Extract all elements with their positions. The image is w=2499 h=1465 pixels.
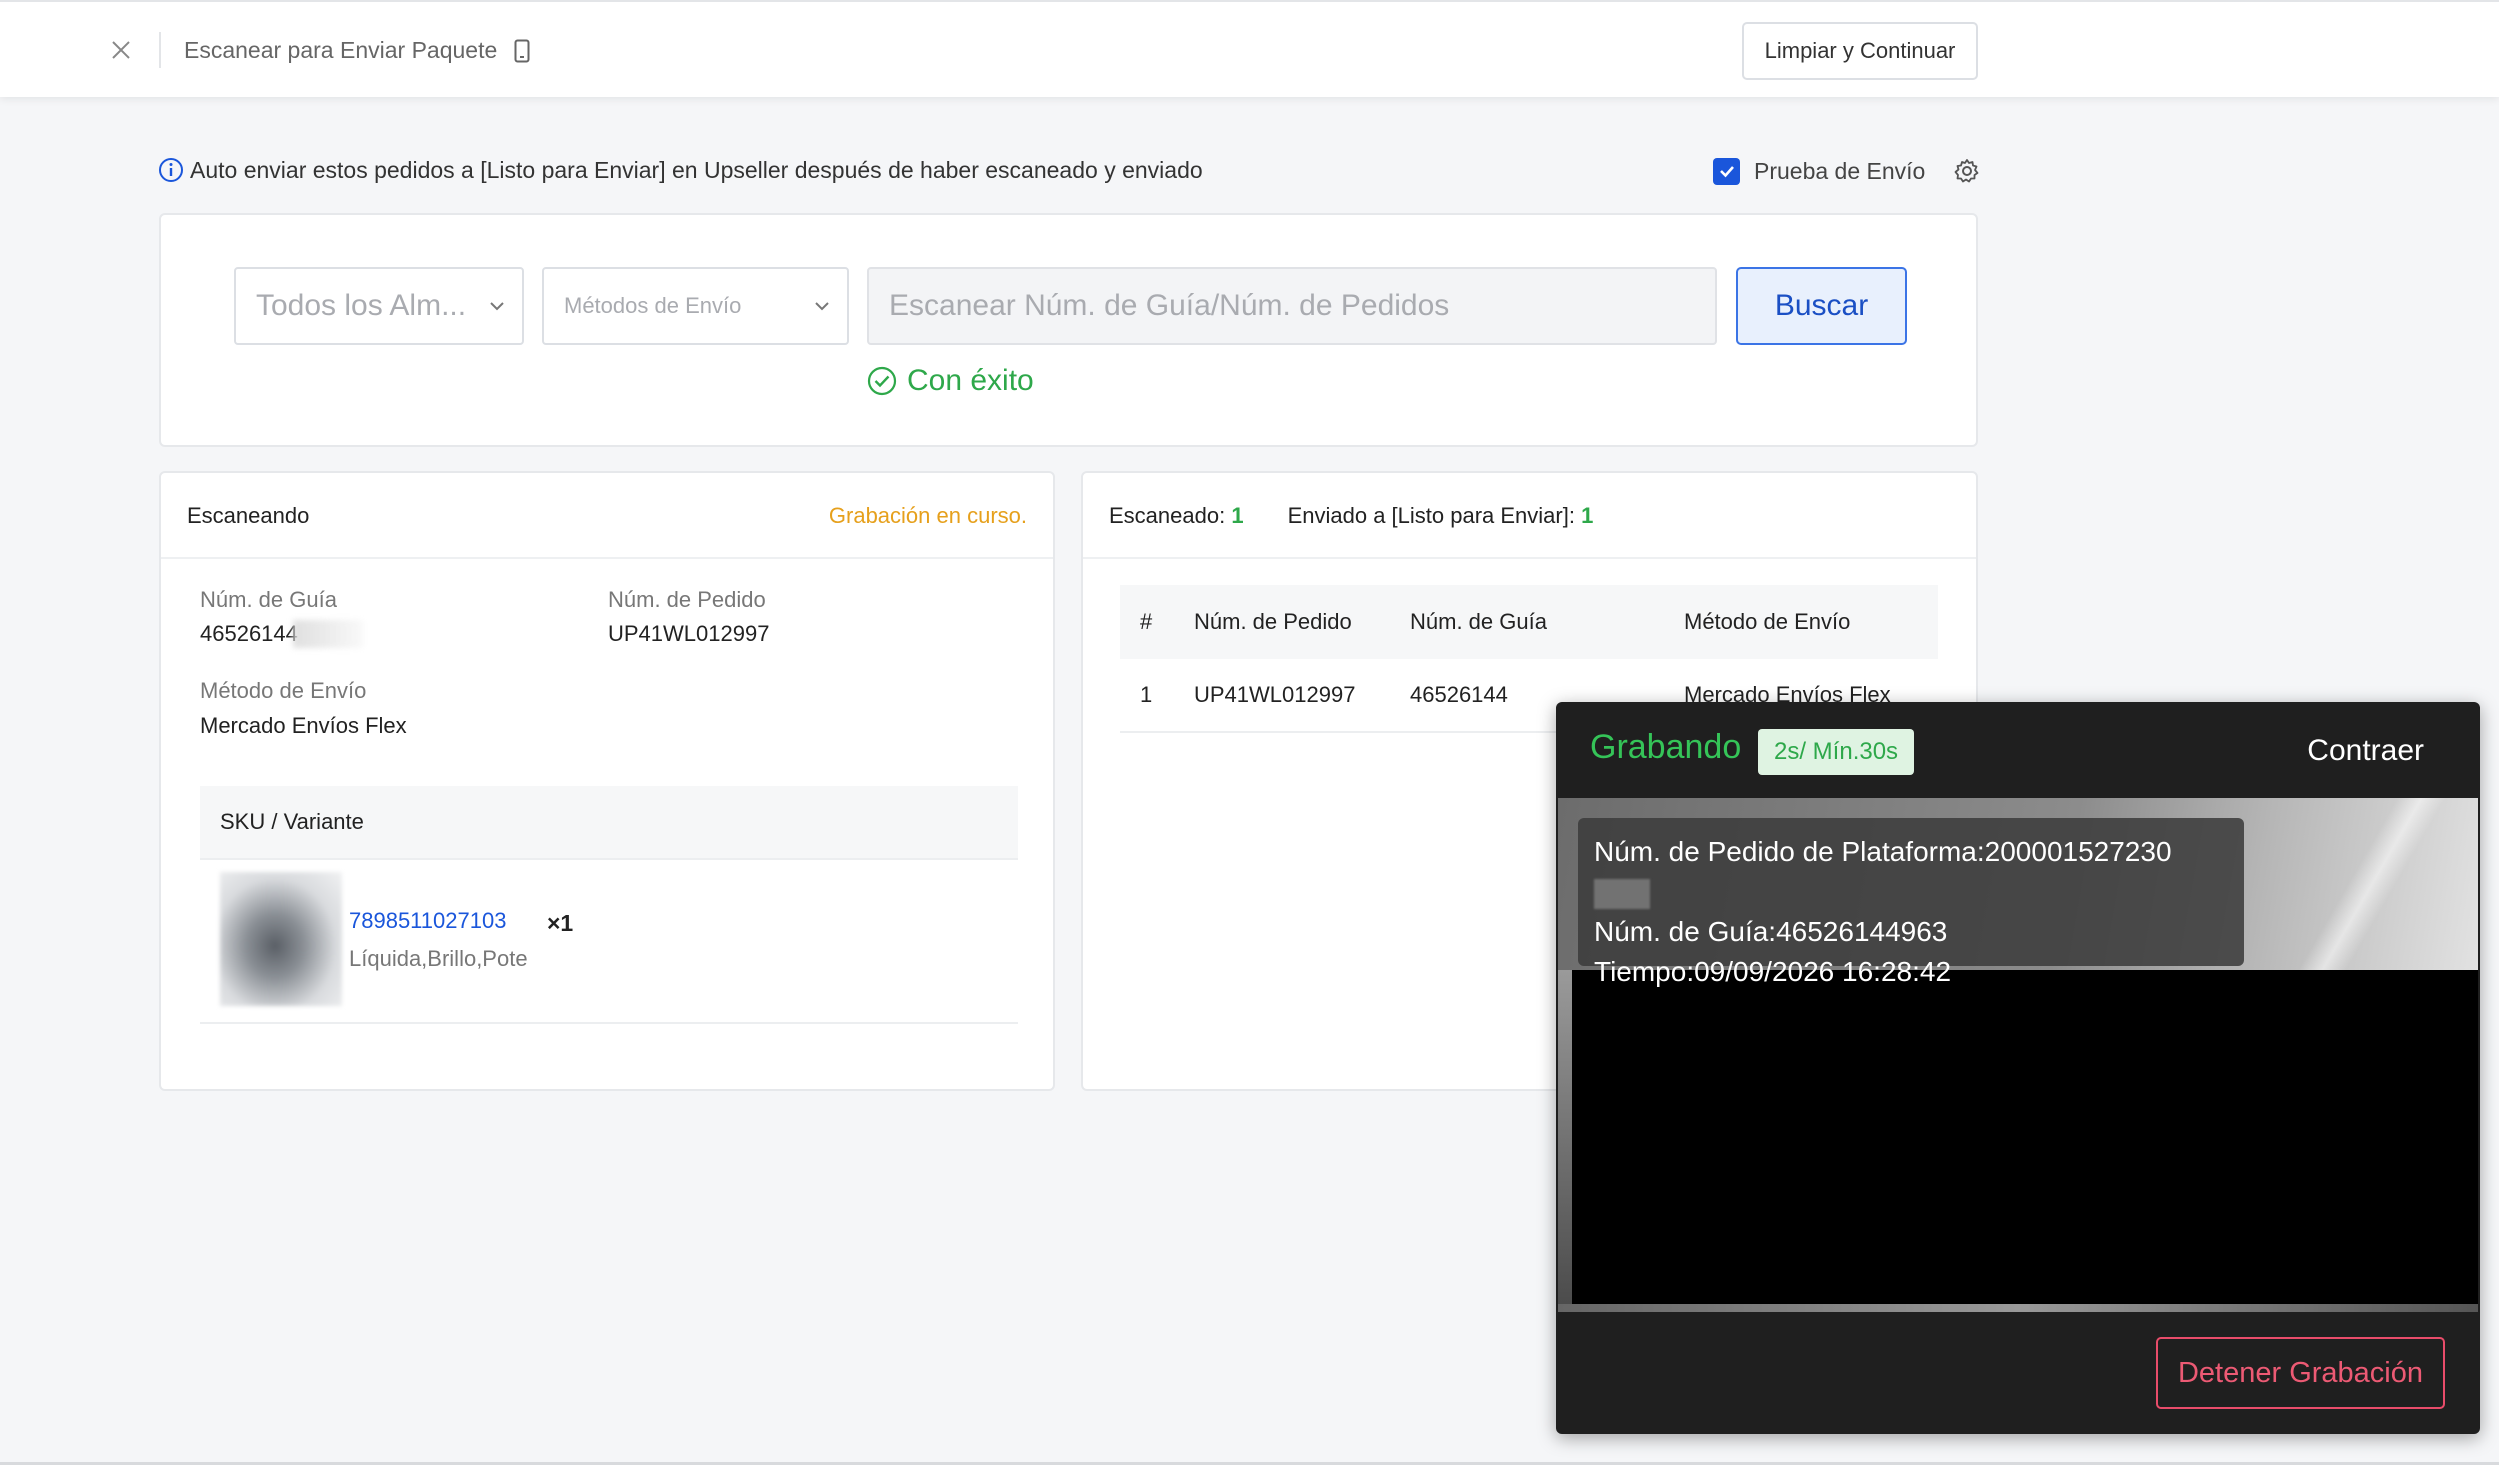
scan-stats: Escaneado: 1 Enviado a [Listo para Envia… — [1109, 503, 1593, 529]
sku-quantity: ×1 — [547, 910, 574, 936]
sku-table-header: SKU / Variante — [200, 786, 1018, 860]
row-index: 1 — [1140, 682, 1153, 707]
recording-timer-badge: 2s/ Mín.30s — [1758, 729, 1915, 775]
warehouse-select-placeholder: Todos los Alm... — [256, 289, 467, 322]
gear-icon[interactable] — [1953, 157, 1981, 185]
scan-input[interactable] — [867, 267, 1717, 345]
camera-frame-bottom — [1558, 1304, 2478, 1312]
column-tracking-number: Núm. de Guía — [1410, 609, 1547, 634]
shipping-method-label: Método de Envío — [200, 678, 367, 703]
platform-order-text: Núm. de Pedido de Plataforma:20000152723… — [1594, 836, 2172, 867]
shipping-method-placeholder: Métodos de Envío — [564, 293, 742, 318]
auto-send-text: Auto enviar estos pedidos a [Listo para … — [190, 156, 1203, 183]
collapse-button[interactable]: Contraer — [2307, 734, 2424, 768]
close-icon — [112, 41, 130, 59]
shipping-method-select[interactable]: Métodos de Envío — [542, 267, 849, 345]
product-thumbnail — [220, 872, 342, 1006]
page-title: Escanear para Enviar Paquete — [184, 37, 498, 63]
tracking-number-label: Núm. de Guía — [200, 587, 337, 612]
warehouse-select[interactable]: Todos los Alm... — [234, 267, 524, 345]
header-divider — [159, 32, 161, 68]
order-number-label: Núm. de Pedido — [608, 587, 766, 612]
camera-light-streak — [2278, 798, 2478, 970]
success-check-icon — [867, 366, 897, 396]
shipping-test-label: Prueba de Envío — [1754, 157, 1926, 184]
check-icon — [1719, 166, 1734, 178]
sku-row: 7898511027103 ×1 Líquida,Brillo,Pote — [200, 860, 1018, 1024]
shipping-test-option: Prueba de Envío — [1713, 155, 1981, 187]
camera-frame-edge — [1558, 970, 1572, 1312]
clear-and-continue-button[interactable]: Limpiar y Continuar — [1742, 22, 1978, 80]
sent-stat: Enviado a [Listo para Enviar]: 1 — [1288, 503, 1594, 529]
chevron-down-icon — [811, 295, 833, 317]
mobile-phone-icon[interactable] — [510, 36, 534, 66]
top-header: Escanear para Enviar Paquete Limpiar y C… — [0, 0, 2499, 97]
scanning-title: Escaneando — [187, 503, 310, 528]
column-order-number: Núm. de Pedido — [1194, 609, 1352, 634]
scanning-card: Escaneando Grabación en curso. Núm. de G… — [159, 471, 1055, 1091]
search-card: Todos los Alm... Métodos de Envío Buscar… — [159, 213, 1978, 447]
orders-table-header: # Núm. de Pedido Núm. de Guía Método de … — [1120, 585, 1938, 659]
tracking-redaction — [293, 620, 363, 648]
sku-table: SKU / Variante 7898511027103 ×1 Líquida,… — [200, 786, 1018, 1024]
recording-panel: Grabando 2s/ Mín.30s Contraer Núm. de Pe… — [1556, 702, 2480, 1434]
sent-label: Enviado a [Listo para Enviar]: — [1287, 503, 1575, 528]
scanned-label: Escaneado: — [1109, 503, 1226, 528]
row-tracking-value: 46526144 — [1410, 682, 1508, 707]
scanning-card-header: Escaneando Grabación en curso. — [161, 473, 1053, 559]
scanned-count: 1 — [1231, 503, 1244, 528]
shipping-test-checkbox[interactable] — [1713, 157, 1740, 185]
column-shipping-method: Método de Envío — [1684, 609, 1851, 634]
tracking-number-value: 46526144 — [200, 621, 298, 646]
chevron-down-icon — [486, 295, 508, 317]
row-order-number: UP41WL012997 — [1194, 682, 1356, 707]
search-button[interactable]: Buscar — [1736, 267, 1907, 345]
order-number-value: UP41WL012997 — [608, 621, 770, 646]
stop-recording-button[interactable]: Detener Grabación — [2156, 1337, 2445, 1409]
recording-title: Grabando — [1590, 728, 1742, 766]
sent-count: 1 — [1581, 503, 1594, 528]
success-text: Con éxito — [907, 364, 1034, 397]
sku-link[interactable]: 7898511027103 — [349, 908, 506, 934]
camera-preview: Núm. de Pedido de Plataforma:20000152723… — [1558, 798, 2478, 1312]
auto-send-info: Auto enviar estos pedidos a [Listo para … — [158, 153, 1203, 187]
sku-variant: Líquida,Brillo,Pote — [349, 946, 528, 971]
scanned-stat: Escaneado: 1 — [1109, 503, 1244, 529]
shipping-method-value: Mercado Envíos Flex — [200, 713, 407, 738]
overlay-time-line: Tiempo:09/09/2026 16:28:42 — [1594, 956, 1952, 987]
platform-order-line: Núm. de Pedido de Plataforma:20000152723… — [1594, 832, 2228, 912]
close-button[interactable] — [103, 32, 139, 68]
info-icon — [158, 157, 184, 183]
scanned-card-header: Escaneado: 1 Enviado a [Listo para Envia… — [1083, 473, 1976, 559]
platform-order-redaction — [1594, 878, 1650, 909]
video-info-overlay: Núm. de Pedido de Plataforma:20000152723… — [1578, 818, 2244, 987]
overlay-tracking-line: Núm. de Guía:46526144963 — [1594, 916, 1948, 947]
recording-status: Grabación en curso. — [828, 503, 1027, 528]
scan-success-message: Con éxito — [867, 361, 1034, 401]
column-index: # — [1140, 609, 1153, 634]
